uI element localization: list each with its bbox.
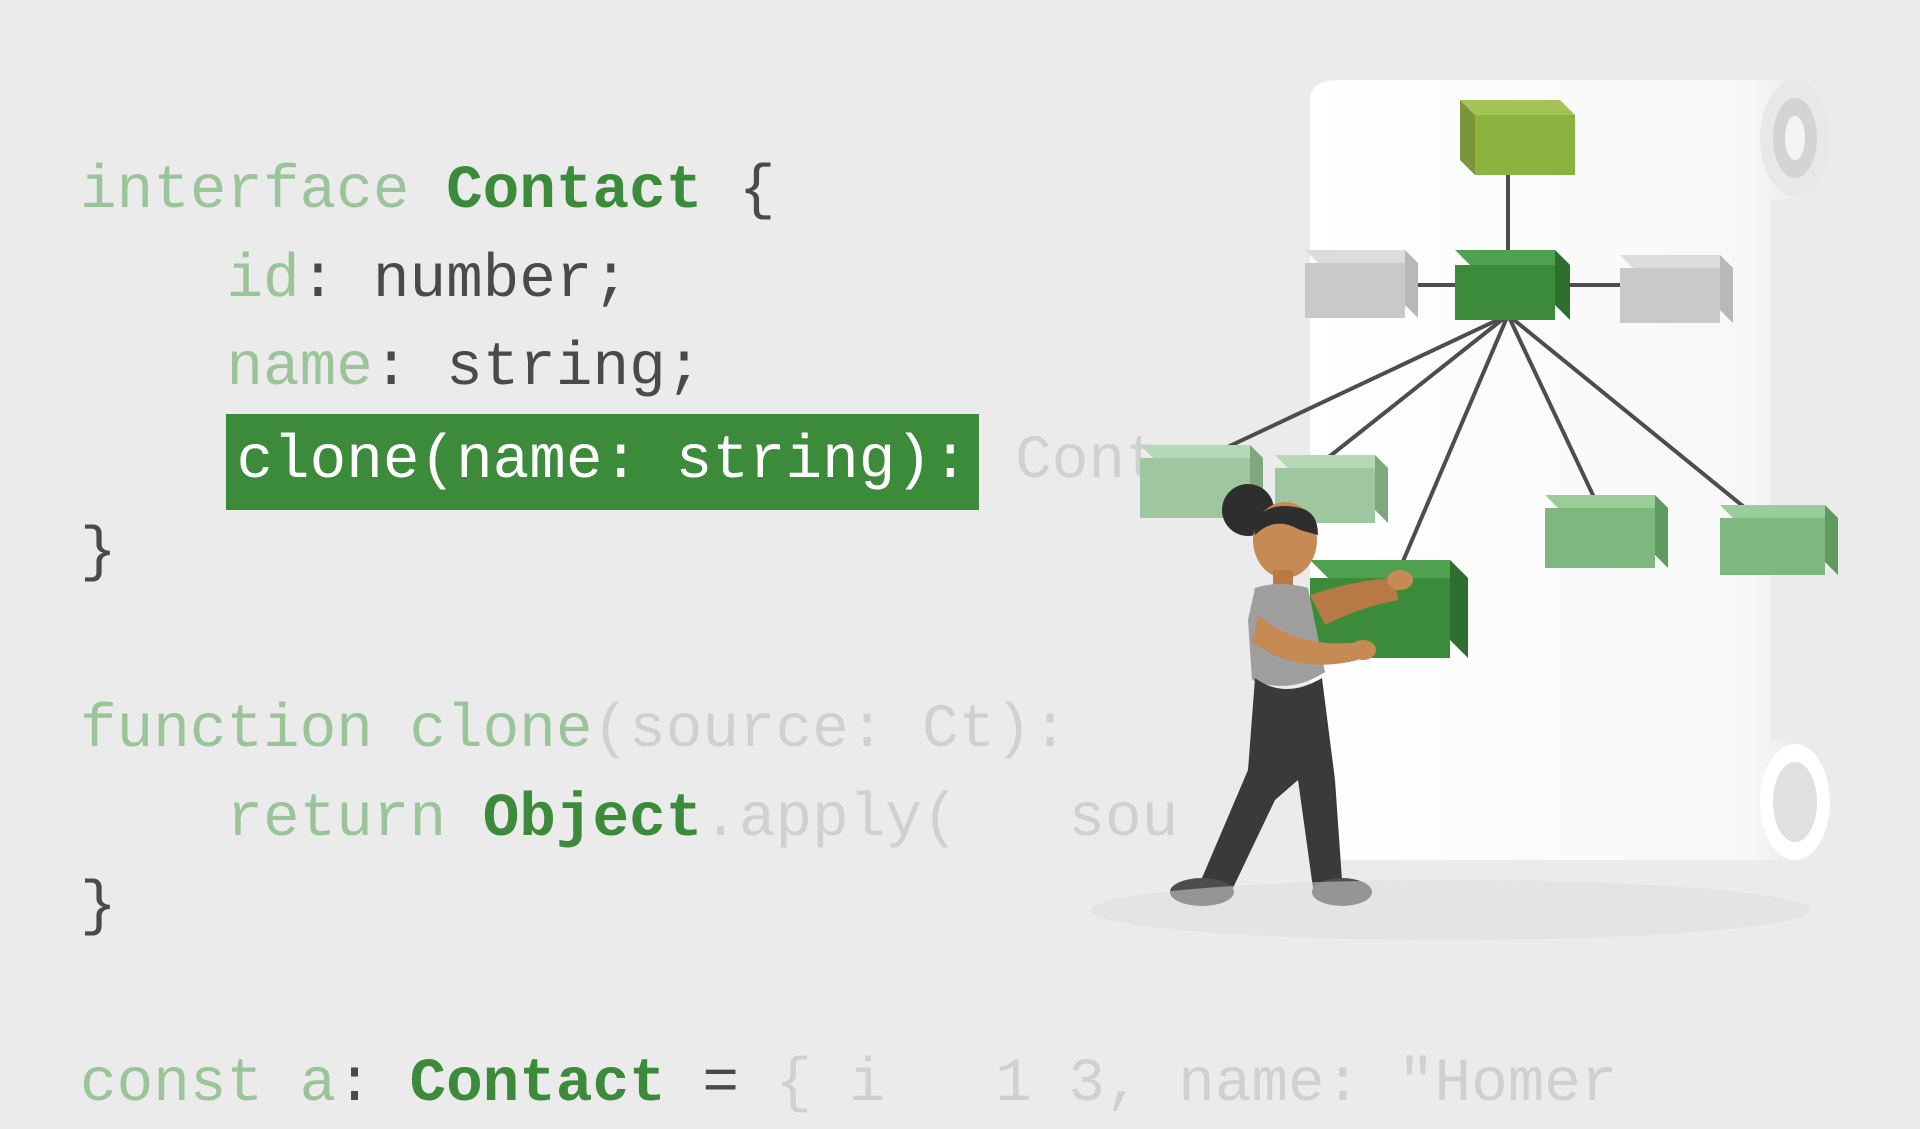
- brace-close: }: [80, 519, 117, 588]
- keyword-interface: interface: [80, 157, 409, 226]
- tree-node-grey-right: [1620, 255, 1733, 323]
- code-snippet: interface Contact { id: number; name: st…: [80, 60, 1618, 1129]
- keyword-function: function: [80, 696, 373, 765]
- keyword-const: const: [80, 1050, 263, 1119]
- type-contact: Contact: [446, 157, 702, 226]
- func-name-clone: clone: [373, 696, 593, 765]
- equals: =: [666, 1050, 776, 1119]
- prop-name: name: [226, 334, 372, 403]
- brace-open: {: [702, 157, 775, 226]
- brace-close: }: [80, 873, 117, 942]
- ghost-text: { i: [776, 1050, 886, 1119]
- func-args: (source:: [593, 696, 922, 765]
- prop-id-type: : number;: [300, 246, 629, 315]
- ghost-text: 3, name: "Homer: [1068, 1050, 1617, 1119]
- func-args-tail: t):: [959, 696, 1069, 765]
- type-object: Object: [483, 785, 703, 854]
- brace-open: {: [1581, 696, 1618, 765]
- var-a: a: [263, 1050, 336, 1119]
- prop-id: id: [226, 246, 299, 315]
- ghost-text: sou: [1068, 785, 1178, 854]
- tree-leaf-5: [1720, 505, 1838, 575]
- prop-name-type: : string;: [373, 334, 702, 403]
- highlighted-clone-method: clone(name: string):: [226, 414, 978, 510]
- ghost-num: 1: [995, 1050, 1032, 1119]
- colon: :: [336, 1050, 409, 1119]
- method-apply: .apply(: [702, 785, 958, 854]
- keyword-return: return: [226, 785, 446, 854]
- type-contact-const: Contact: [409, 1050, 665, 1119]
- ghost-text: Cont: [979, 427, 1162, 496]
- ghost-text: C: [922, 696, 959, 765]
